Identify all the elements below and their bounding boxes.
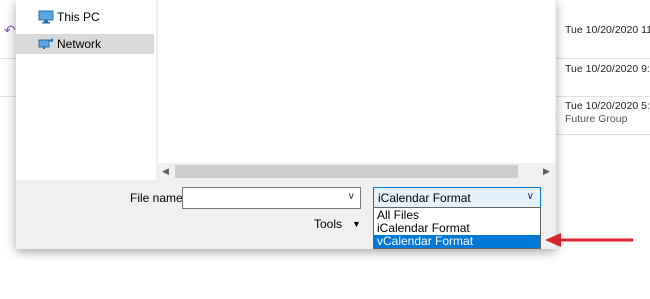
divider xyxy=(0,96,16,97)
divider xyxy=(0,58,16,59)
sidebar-item-label: This PC xyxy=(57,10,100,24)
message-date[interactable]: Tue 10/20/2020 11: xyxy=(565,24,650,36)
caret-down-icon[interactable]: ▼ xyxy=(352,219,361,229)
scroll-left-icon[interactable]: ◀ xyxy=(162,166,169,177)
divider xyxy=(556,134,650,135)
scroll-right-icon[interactable]: ▶ xyxy=(543,166,550,177)
divider xyxy=(556,96,650,97)
file-type-select[interactable]: iCalendar Format ∨ xyxy=(373,187,541,209)
chevron-down-icon[interactable]: ∨ xyxy=(348,191,355,202)
sidebar-item-this-pc[interactable]: This PC xyxy=(16,7,154,27)
file-type-option-highlighted[interactable]: vCalendar Format xyxy=(374,235,540,248)
file-name-label: File name: xyxy=(130,191,187,205)
chevron-down-icon[interactable]: ∨ xyxy=(527,191,534,202)
message-group[interactable]: Future Group xyxy=(565,113,627,125)
file-name-input[interactable]: ∨ xyxy=(182,187,361,209)
horizontal-scrollbar[interactable]: ◀ ▶ xyxy=(158,163,555,180)
message-date[interactable]: Tue 10/20/2020 9:2 xyxy=(565,63,650,75)
scrollbar-thumb[interactable] xyxy=(175,165,518,178)
sidebar-item-label: Network xyxy=(57,37,102,51)
reply-icon: ↶ xyxy=(4,22,16,38)
file-type-dropdown-list: All Files iCalendar Format vCalendar For… xyxy=(373,207,541,249)
save-dialog: This PC Network ◀ ▶ File name: ∨ iCalend… xyxy=(16,0,556,249)
network-icon xyxy=(38,38,53,49)
message-date[interactable]: Tue 10/20/2020 5:0 xyxy=(565,100,650,112)
annotation-arrow-icon xyxy=(545,233,633,247)
file-type-value: iCalendar Format xyxy=(378,191,471,205)
sidebar-item-network[interactable]: Network xyxy=(16,34,154,54)
monitor-icon xyxy=(38,10,54,24)
divider xyxy=(556,58,650,59)
file-list-area[interactable] xyxy=(158,0,555,163)
navigation-pane: This PC Network xyxy=(16,0,156,180)
tools-button[interactable]: Tools xyxy=(314,217,342,231)
